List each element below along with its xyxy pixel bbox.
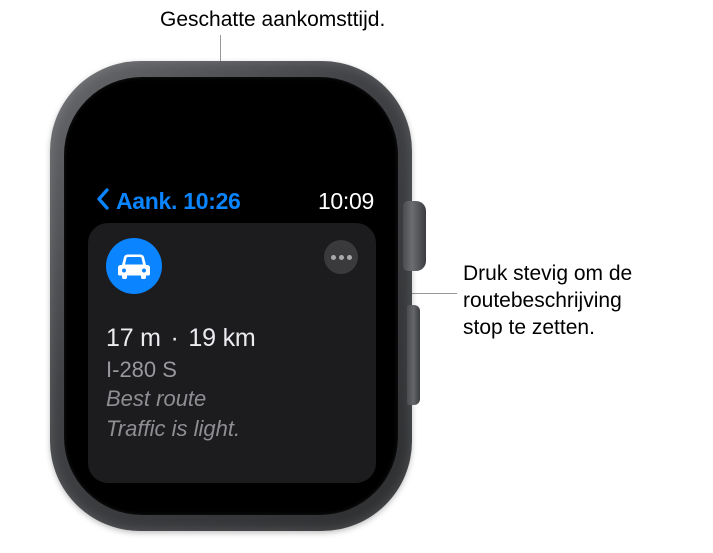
clock-time: 10:09 xyxy=(318,188,374,215)
callout-right-line2: routebeschrijving xyxy=(463,288,703,315)
apple-watch-device: Aank. 10:26 10:09 17 m · 19 km xyxy=(26,61,437,531)
route-distance: 19 km xyxy=(188,324,255,352)
callout-force-press: Druk stevig om de routebeschrijving stop… xyxy=(463,261,703,342)
route-traffic: Traffic is light. xyxy=(106,415,358,443)
digital-crown[interactable] xyxy=(403,201,426,271)
status-bar: Aank. 10:26 10:09 xyxy=(88,185,376,217)
more-button[interactable] xyxy=(324,240,358,274)
route-summary: 17 m · 19 km I-280 S Best route Traffic … xyxy=(106,324,358,442)
side-button[interactable] xyxy=(407,305,420,405)
callout-right-line1: Druk stevig om de xyxy=(463,261,703,288)
car-icon xyxy=(106,238,162,294)
card-header-row xyxy=(106,238,358,294)
callout-right-line3: stop te zetten. xyxy=(463,315,703,342)
route-card[interactable]: 17 m · 19 km I-280 S Best route Traffic … xyxy=(88,223,376,483)
ellipsis-icon xyxy=(331,255,352,260)
chevron-left-icon xyxy=(96,188,110,215)
separator-dot: · xyxy=(168,324,182,352)
watch-screen[interactable]: Aank. 10:26 10:09 17 m · 19 km xyxy=(88,133,376,483)
callout-eta: Geschatte aankomsttijd. xyxy=(160,8,385,32)
route-road: I-280 S xyxy=(106,357,358,383)
route-time-distance: 17 m · 19 km xyxy=(106,324,358,353)
arrival-time: Aank. 10:26 xyxy=(116,188,241,215)
route-quality: Best route xyxy=(106,385,358,413)
back-button[interactable] xyxy=(90,188,116,214)
route-duration: 17 m xyxy=(106,324,161,352)
